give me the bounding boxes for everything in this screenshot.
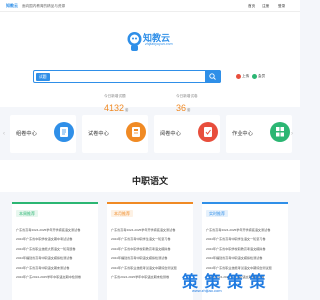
- card-label: 组卷中心: [16, 131, 37, 137]
- review-icon: [198, 122, 218, 142]
- list-item[interactable]: 2024年福建省高考中职语文模拟检测试卷: [16, 254, 96, 263]
- card-label: 阅卷中心: [160, 131, 181, 137]
- upload-label: 上传: [242, 74, 250, 78]
- panel-title[interactable]: 本周推荐: [16, 210, 38, 217]
- list-item[interactable]: 2024年广东省中职学校职教高考语文模拟卷: [206, 245, 286, 254]
- topbar-description: 面向国内教育的精品与资源: [22, 4, 66, 8]
- list-item[interactable]: 广东省高考2024-2025学年开学摸底语文测试卷: [111, 226, 191, 235]
- stat-label: 今日新增试卷: [176, 94, 198, 98]
- list-item[interactable]: 2024年广东省高考中职语文期末测试卷: [16, 264, 96, 273]
- member-label: 会员: [258, 74, 266, 78]
- stat-new-papers: 今日新增试卷 36套: [176, 94, 198, 113]
- list-item[interactable]: 2024年广东省职业技能大赛语文一轮真题卷: [16, 245, 96, 254]
- card-marking-center[interactable]: 阅卷中心: [154, 115, 220, 153]
- stat-new-questions: 今日新增试题 4132套: [104, 94, 128, 113]
- logo-subtitle: zhijiaoyuyun.com: [145, 42, 173, 46]
- panel-list: 广东省高考2024-2025学年开学摸底语文测试卷 2024年广东省高考中职学生…: [111, 226, 191, 282]
- chevron-right-icon[interactable]: ›: [291, 131, 293, 137]
- search-button[interactable]: [205, 70, 221, 83]
- panel-title[interactable]: 本月推荐: [111, 210, 133, 217]
- panel-list: 广东省高考2024-2025学年开学摸底语文测试卷 2024年广东省中职学校语文…: [16, 226, 96, 282]
- list-item[interactable]: 广东省高考2024-2025学年开学摸底语文测试卷: [16, 226, 96, 235]
- list-item[interactable]: 2024年广东省高考中职学生语文一轮复习卷: [206, 235, 286, 244]
- upload-button[interactable]: 上传: [236, 73, 249, 79]
- member-button[interactable]: 会员: [252, 73, 265, 79]
- top-bar: 知教云 面向国内教育的精品与资源 首页 注册 登录: [0, 0, 300, 12]
- topbar-brand[interactable]: 知教云: [6, 0, 18, 12]
- site-logo[interactable]: 知教云 zhijiaoyuyun.com: [126, 30, 176, 58]
- panel-weekly: 本周推荐 广东省高考2024-2025学年开学摸底语文测试卷 2024年广东省中…: [12, 202, 98, 300]
- subject-header: 中职语文: [0, 160, 300, 192]
- homework-icon: [270, 122, 290, 142]
- search-type-tag[interactable]: 试题: [36, 73, 50, 81]
- card-homework-center[interactable]: 作业中心: [226, 115, 292, 153]
- feature-cards: ‹ 组卷中心 试卷中心 阅卷中心 作业中心 ›: [0, 107, 300, 160]
- nav-link-register[interactable]: 注册: [262, 0, 269, 12]
- panel-monthly: 本月推荐 广东省高考2024-2025学年开学摸底语文测试卷 2024年广东省高…: [107, 202, 193, 300]
- card-exam-center[interactable]: 试卷中心: [82, 115, 148, 153]
- list-item[interactable]: 广东省2024-2025学年中职语文期末检测卷: [111, 273, 191, 282]
- card-label: 作业中心: [232, 131, 253, 137]
- watermark-url: www.zhijiao.com: [192, 288, 222, 293]
- nav-link-home[interactable]: 首页: [248, 0, 255, 12]
- watermark: 策 策 策 策 www.zhijiao.com: [182, 262, 300, 300]
- list-item[interactable]: 2024年广东省高考中职学生语文一轮复习卷: [111, 235, 191, 244]
- cloud-mascot-icon: [127, 32, 142, 51]
- member-icon: [252, 73, 257, 79]
- list-item[interactable]: 2024年福建省高考中职语文模拟检测试卷: [111, 254, 191, 263]
- search-box: 试题: [33, 70, 221, 83]
- subject-title: 中职语文: [131, 176, 168, 186]
- search-icon: [209, 73, 216, 80]
- list-item[interactable]: 2024年广东2024-2025学年中职语文期中检测卷: [16, 273, 96, 282]
- list-item[interactable]: 2024年广东省职业技能考试语文中期综合测试题: [111, 264, 191, 273]
- card-label: 试卷中心: [88, 131, 109, 137]
- card-paper-builder[interactable]: 组卷中心: [10, 115, 76, 153]
- nav-link-login[interactable]: 登录: [278, 0, 285, 12]
- stat-label: 今日新增试题: [104, 94, 126, 98]
- exam-icon: [126, 122, 146, 142]
- panel-title[interactable]: 实时推荐: [206, 210, 228, 217]
- list-item[interactable]: 2024年广东省中职学校职教高考语文模拟卷: [111, 245, 191, 254]
- chevron-left-icon[interactable]: ‹: [3, 131, 5, 137]
- list-item[interactable]: 广东省高考2024-2025学年开学摸底语文测试卷: [206, 226, 286, 235]
- document-icon: [54, 122, 74, 142]
- upload-icon: [236, 73, 241, 79]
- list-item[interactable]: 2024年广东省中职学校语文期中考试试卷: [16, 235, 96, 244]
- hero-section: 知教云 zhijiaoyuyun.com 试题 上传 会员 今日新增试题 413…: [0, 12, 300, 113]
